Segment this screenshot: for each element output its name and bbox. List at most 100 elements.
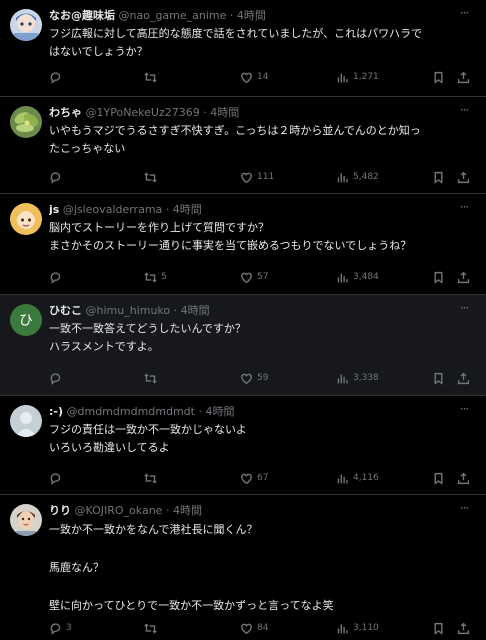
bookmark-button[interactable]	[432, 170, 445, 184]
tweet-text-line: はないでしょうか？	[49, 45, 148, 58]
action-bar: 59 3,338	[0, 371, 486, 385]
letter-avatar-icon[interactable]: ひ	[10, 304, 42, 336]
view-count: 3,484	[353, 272, 379, 282]
tweet-header: りり @KOJIRO_okane · 4時間	[49, 503, 446, 518]
tweet-text-line: 馬鹿なん？	[49, 561, 104, 574]
share-icon	[457, 271, 470, 283]
share-icon	[457, 71, 470, 83]
retweet-button[interactable]: 5	[144, 270, 167, 284]
display-name[interactable]: なお@趣味垢	[49, 9, 115, 22]
like-button[interactable]: 84	[240, 621, 268, 635]
timestamp[interactable]: 4時間	[173, 504, 202, 517]
tweet-text: フジの責任は一致か不一致かじゃないよ いろいろ勘違いしてるよ	[49, 421, 468, 457]
display-name[interactable]: りり	[49, 504, 71, 517]
handle[interactable]: @dmdmdmdmdmdmdt	[67, 405, 195, 418]
views-button[interactable]: 4,116	[336, 471, 379, 485]
tweet-text-line: 壁に向かってひとりで一致か不一致かずっと言ってなよ笑	[49, 599, 334, 612]
heart-icon	[241, 272, 252, 283]
more-options-icon[interactable]: ···	[456, 201, 472, 213]
like-button[interactable]: 111	[240, 170, 274, 184]
share-button[interactable]	[457, 371, 470, 385]
reply-button[interactable]	[49, 70, 66, 84]
tweet[interactable]: わちゃ @1YPoNekeUz27369 · 4時間 ··· いやもうマジでうる…	[0, 97, 486, 194]
retweet-icon	[144, 171, 157, 183]
tweet[interactable]: なお@趣味垢 @nao_game_anime · 4時間 ··· フジ広報に対し…	[0, 0, 486, 97]
display-name[interactable]: :-)	[49, 405, 63, 418]
retweet-button[interactable]	[144, 621, 161, 635]
tweet[interactable]: :-) @dmdmdmdmdmdmdt · 4時間 ··· フジの責任は一致か不…	[0, 396, 486, 495]
retweet-button[interactable]	[144, 371, 161, 385]
tweet-text: フジ広報に対して高圧的な態度で話をされていましたが、これはパワハラで はないでし…	[49, 25, 468, 61]
share-button[interactable]	[457, 471, 470, 485]
views-button[interactable]: 1,271	[336, 70, 379, 84]
heart-icon	[241, 473, 252, 484]
timestamp[interactable]: 4時間	[173, 203, 202, 216]
share-button[interactable]	[457, 70, 470, 84]
handle[interactable]: @himu_himuko	[86, 304, 171, 317]
handle[interactable]: @KOJIRO_okane	[75, 504, 163, 517]
timestamp[interactable]: 4時間	[237, 9, 266, 22]
share-icon	[457, 171, 470, 183]
reply-icon	[50, 171, 61, 184]
portrait-avatar-icon[interactable]	[10, 504, 42, 536]
reply-feed: なお@趣味垢 @nao_game_anime · 4時間 ··· フジ広報に対し…	[0, 0, 486, 640]
display-name[interactable]: js	[49, 203, 59, 216]
bookmark-icon	[434, 472, 443, 485]
handle[interactable]: @nao_game_anime	[119, 9, 227, 22]
views-button[interactable]: 5,482	[336, 170, 379, 184]
share-button[interactable]	[457, 270, 470, 284]
timestamp[interactable]: 4時間	[181, 304, 210, 317]
anime-avatar-icon[interactable]	[10, 9, 42, 41]
views-button[interactable]: 3,338	[336, 371, 379, 385]
more-options-icon[interactable]: ···	[456, 302, 472, 314]
timestamp[interactable]: 4時間	[205, 405, 234, 418]
retweet-button[interactable]	[144, 170, 161, 184]
timestamp[interactable]: 4時間	[210, 106, 239, 119]
reply-button[interactable]	[49, 471, 66, 485]
handle[interactable]: @1YPoNekeUz27369	[86, 106, 200, 119]
tweet-text-line: フジ広報に対して高圧的な態度で話をされていましたが、これはパワハラで	[49, 27, 423, 40]
avatar-letter: ひ	[19, 313, 33, 329]
bookmark-icon	[434, 622, 443, 635]
like-button[interactable]: 59	[240, 371, 268, 385]
tweet-header: js @jsleovalderrama · 4時間	[49, 202, 446, 217]
bookmark-button[interactable]	[432, 270, 445, 284]
like-button[interactable]: 57	[240, 270, 268, 284]
reply-icon	[50, 372, 61, 385]
action-bar: 14 1,271	[0, 70, 486, 84]
bookmark-button[interactable]	[432, 471, 445, 485]
tweet[interactable]: ひ ひむこ @himu_himuko · 4時間 ··· 一致不一致答えてどうし…	[0, 295, 486, 396]
reply-button[interactable]: 3	[49, 621, 72, 635]
more-options-icon[interactable]: ···	[456, 403, 472, 415]
views-button[interactable]: 3,110	[336, 621, 379, 635]
share-button[interactable]	[457, 621, 470, 635]
like-button[interactable]: 67	[240, 471, 268, 485]
character-avatar-icon[interactable]	[10, 203, 42, 235]
tweet[interactable]: りり @KOJIRO_okane · 4時間 ··· 一致か不一致かをなんで港社…	[0, 495, 486, 640]
more-options-icon[interactable]: ···	[456, 7, 472, 19]
tweet-header: わちゃ @1YPoNekeUz27369 · 4時間	[49, 105, 446, 120]
tweet[interactable]: js @jsleovalderrama · 4時間 ··· 脳内でストーリーを作…	[0, 194, 486, 295]
share-button[interactable]	[457, 170, 470, 184]
like-button[interactable]: 14	[240, 70, 268, 84]
retweet-button[interactable]	[144, 70, 161, 84]
bookmark-button[interactable]	[432, 70, 445, 84]
separator: ·	[203, 106, 207, 119]
bookmark-button[interactable]	[432, 371, 445, 385]
reply-button[interactable]	[49, 170, 66, 184]
views-button[interactable]: 3,484	[336, 270, 379, 284]
plant-avatar-icon[interactable]	[10, 106, 42, 138]
handle[interactable]: @jsleovalderrama	[63, 203, 162, 216]
more-options-icon[interactable]: ···	[456, 502, 472, 514]
bookmark-icon	[434, 372, 443, 385]
tweet-text-line: 脳内でストーリーを作り上げて質問ですか？	[49, 221, 269, 234]
retweet-button[interactable]	[144, 471, 161, 485]
reply-button[interactable]	[49, 270, 66, 284]
tweet-text: いやもうマジでうるさすぎ不快すぎ。こっちは２時から並んでんのとか知っ たこっちゃ…	[49, 122, 468, 158]
display-name[interactable]: ひむこ	[49, 304, 82, 317]
bookmark-button[interactable]	[432, 621, 445, 635]
display-name[interactable]: わちゃ	[49, 106, 82, 119]
default-avatar-icon[interactable]	[10, 405, 42, 437]
reply-button[interactable]	[49, 371, 66, 385]
more-options-icon[interactable]: ···	[456, 104, 472, 116]
